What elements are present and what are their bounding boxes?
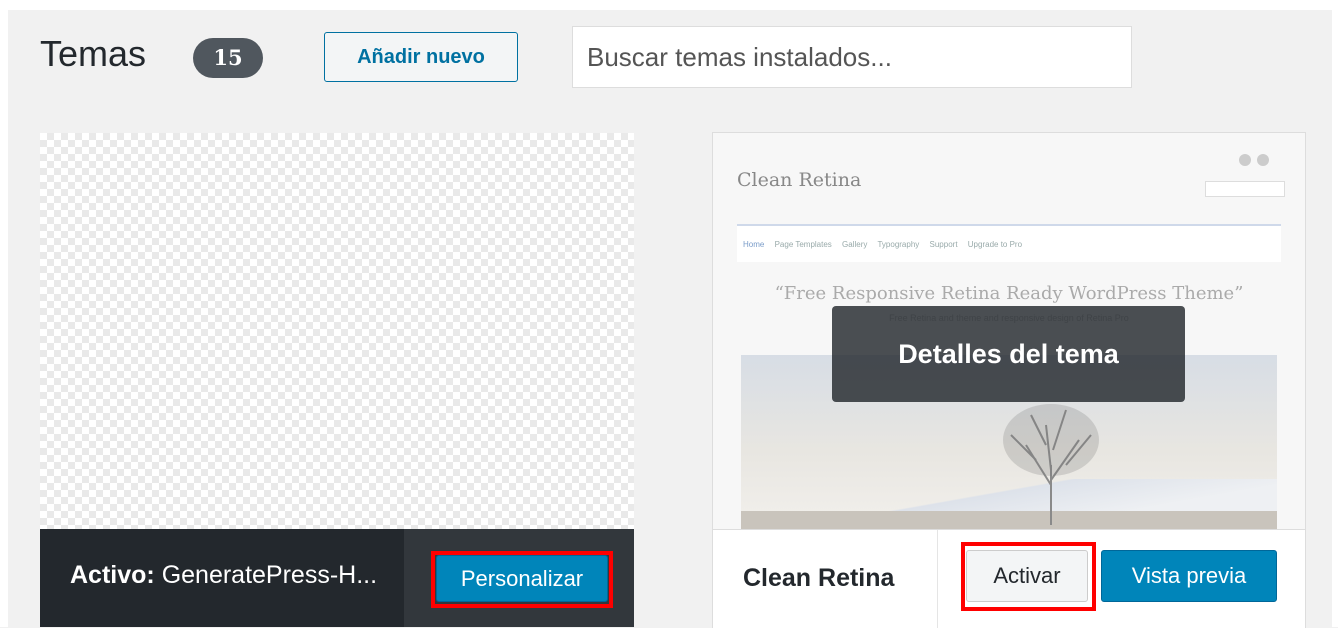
- screenshot-nav-item: Gallery: [842, 240, 868, 249]
- screenshot-nav-item: Typography: [877, 240, 920, 249]
- add-new-button[interactable]: Añadir nuevo: [324, 32, 518, 82]
- screenshot-search-box: [1205, 181, 1285, 197]
- theme-card-footer: Activo: GeneratePress-H... Personalizar: [40, 529, 634, 627]
- theme-count-badge: 15: [193, 38, 263, 78]
- live-preview-button[interactable]: Vista previa: [1101, 550, 1277, 602]
- theme-card-active[interactable]: Activo: GeneratePress-H... Personalizar: [40, 133, 634, 627]
- theme-screenshot-placeholder[interactable]: [40, 133, 634, 529]
- tree-icon: [1003, 404, 1099, 525]
- theme-screenshot[interactable]: Clean Retina Home Page Templates Gallery…: [713, 133, 1305, 529]
- screenshot-logo: Clean Retina: [737, 169, 862, 191]
- screenshot-tagline: “Free Responsive Retina Ready WordPress …: [774, 283, 1244, 304]
- left-border: [0, 0, 8, 627]
- theme-name-area: Activo: GeneratePress-H...: [40, 529, 404, 627]
- active-theme-name: GeneratePress-H...: [161, 561, 378, 589]
- screenshot-nav-item: Page Templates: [774, 240, 832, 249]
- search-themes-input[interactable]: [572, 26, 1132, 88]
- page-title: Temas: [40, 33, 147, 74]
- active-prefix: Activo:: [70, 561, 155, 589]
- screenshot-nav-item: Home: [743, 240, 765, 249]
- top-border: [0, 0, 1338, 10]
- theme-details-overlay[interactable]: Detalles del tema: [832, 306, 1185, 402]
- highlight-box-activate: [961, 542, 1096, 611]
- active-theme-label: Activo: GeneratePress-H...: [70, 561, 377, 590]
- screenshot-nav-item: Support: [929, 240, 958, 249]
- screenshot-nav-item: Upgrade to Pro: [967, 240, 1023, 249]
- theme-card-footer: Clean Retina Activar Vista previa: [713, 529, 1305, 628]
- divider: [937, 530, 938, 628]
- screenshot-social-icons: [1239, 153, 1283, 169]
- screenshot-nav: Home Page Templates Gallery Typography S…: [737, 224, 1281, 262]
- right-border: [1332, 0, 1338, 627]
- theme-name: Clean Retina: [743, 564, 895, 592]
- highlight-box-customize: [431, 551, 613, 608]
- theme-card-clean-retina[interactable]: Clean Retina Home Page Templates Gallery…: [713, 133, 1305, 628]
